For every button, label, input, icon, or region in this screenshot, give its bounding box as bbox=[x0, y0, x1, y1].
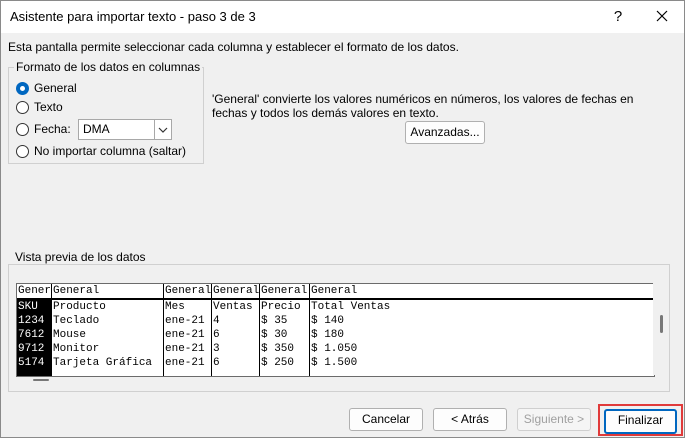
table-cell: Monitor bbox=[53, 343, 100, 355]
table-cell: $ 350 bbox=[261, 343, 295, 355]
column-header: General bbox=[18, 285, 51, 297]
chevron-down-icon bbox=[158, 127, 168, 133]
step-description: Esta pantalla permite seleccionar cada c… bbox=[8, 40, 459, 54]
table-cell: Tarjeta Gráfica bbox=[53, 357, 153, 369]
column-format-group-title: Formato de los datos en columnas bbox=[14, 60, 203, 74]
table-cell: 5174 bbox=[18, 357, 45, 369]
preview-column-1[interactable]: General SKU 1234 7612 9712 5174 bbox=[17, 284, 51, 376]
column-header: General bbox=[261, 285, 308, 297]
window-title: Asistente para importar texto - paso 3 d… bbox=[10, 9, 256, 24]
table-cell: 4 bbox=[213, 315, 220, 327]
table-cell: 1234 bbox=[18, 315, 45, 327]
finish-button[interactable]: Finalizar bbox=[604, 409, 677, 434]
preview-column-5[interactable]: General Precio $ 35 $ 30 $ 350 $ 250 bbox=[259, 284, 310, 376]
column-header: General bbox=[311, 285, 358, 297]
table-cell: Total Ventas bbox=[311, 301, 391, 313]
table-cell: Teclado bbox=[53, 315, 100, 327]
table-cell: Producto bbox=[53, 301, 106, 313]
back-button[interactable]: < Atrás bbox=[433, 408, 507, 431]
column-header: General bbox=[53, 285, 100, 297]
horizontal-scroll-thumb[interactable] bbox=[33, 379, 49, 381]
table-cell: ene-21 bbox=[165, 343, 205, 355]
preview-column-3[interactable]: General Mes ene-21 ene-21 ene-21 ene-21 bbox=[163, 284, 212, 376]
radio-date-indicator[interactable] bbox=[16, 122, 29, 136]
table-cell: 9712 bbox=[18, 343, 45, 355]
date-format-value: DMA bbox=[83, 122, 110, 136]
table-cell: 7612 bbox=[18, 329, 45, 341]
table-cell: $ 140 bbox=[311, 315, 345, 327]
radio-date[interactable]: Fecha: bbox=[16, 122, 71, 136]
date-format-dropdown-button[interactable] bbox=[154, 120, 171, 139]
import-text-wizard-window: Asistente para importar texto - paso 3 d… bbox=[0, 0, 685, 438]
table-cell: ene-21 bbox=[165, 357, 205, 369]
table-cell: 3 bbox=[213, 343, 220, 355]
preview-column-2[interactable]: General Producto Teclado Mouse Monitor T… bbox=[51, 284, 164, 376]
cancel-button[interactable]: Cancelar bbox=[349, 408, 423, 431]
preview-vertical-scrollbar[interactable] bbox=[653, 283, 669, 375]
table-cell: $ 250 bbox=[261, 357, 295, 369]
table-cell: Precio bbox=[261, 301, 301, 313]
table-cell: SKU bbox=[18, 301, 38, 313]
column-header: General bbox=[165, 285, 212, 297]
radio-text-indicator[interactable] bbox=[16, 100, 29, 114]
column-header: General bbox=[213, 285, 260, 297]
table-cell: $ 1.050 bbox=[311, 343, 358, 355]
radio-skip-column-label: No importar columna (saltar) bbox=[34, 144, 187, 158]
general-format-info: 'General' convierte los valores numérico… bbox=[212, 92, 634, 120]
table-cell: 6 bbox=[213, 329, 220, 341]
close-button[interactable] bbox=[649, 6, 675, 28]
radio-general[interactable]: General bbox=[16, 81, 77, 95]
radio-general-indicator[interactable] bbox=[16, 81, 29, 95]
table-cell: ene-21 bbox=[165, 315, 205, 327]
table-cell: $ 30 bbox=[261, 329, 288, 341]
radio-text-label: Texto bbox=[34, 100, 63, 114]
table-cell: $ 1.500 bbox=[311, 357, 358, 369]
next-button[interactable]: Siguiente > bbox=[517, 408, 591, 431]
table-cell: Ventas bbox=[213, 301, 253, 313]
radio-skip-column-indicator[interactable] bbox=[16, 144, 29, 158]
preview-column-6[interactable]: General Total Ventas $ 140 $ 180 $ 1.050… bbox=[309, 284, 654, 376]
table-cell: Mouse bbox=[53, 329, 87, 341]
radio-date-label: Fecha: bbox=[34, 122, 71, 136]
data-preview-grid[interactable]: General SKU 1234 7612 9712 5174 General … bbox=[16, 283, 655, 377]
radio-skip-column[interactable]: No importar columna (saltar) bbox=[16, 144, 186, 158]
preview-column-4[interactable]: General Ventas 4 6 3 6 bbox=[211, 284, 260, 376]
date-format-select[interactable]: DMA bbox=[78, 119, 172, 140]
help-button[interactable]: ? bbox=[607, 6, 629, 28]
table-cell: Mes bbox=[165, 301, 185, 313]
radio-text[interactable]: Texto bbox=[16, 100, 63, 114]
table-cell: $ 35 bbox=[261, 315, 288, 327]
close-icon bbox=[656, 10, 668, 22]
vertical-scroll-thumb[interactable] bbox=[660, 315, 663, 333]
table-cell: 6 bbox=[213, 357, 220, 369]
data-preview-title: Vista previa de los datos bbox=[13, 250, 148, 264]
advanced-button[interactable]: Avanzadas... bbox=[405, 121, 485, 144]
title-bar: Asistente para importar texto - paso 3 d… bbox=[1, 1, 684, 33]
table-cell: ene-21 bbox=[165, 329, 205, 341]
radio-general-label: General bbox=[34, 81, 77, 95]
table-cell: $ 180 bbox=[311, 329, 345, 341]
